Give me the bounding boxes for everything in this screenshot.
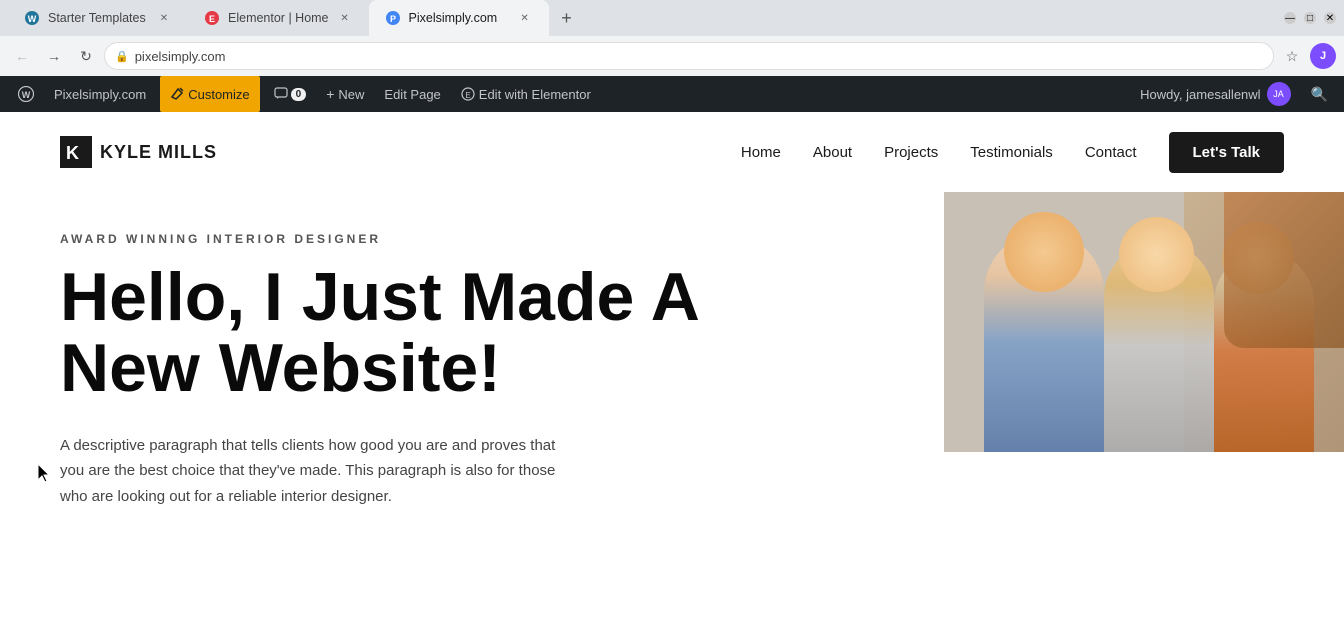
comments-icon [274, 87, 288, 101]
website-content: K KYLE MILLS Home About Projects Testimo… [0, 112, 1344, 542]
wp-logo-icon: W [18, 86, 34, 102]
hero-image [944, 192, 1344, 452]
tab3-close-button[interactable]: ✕ [517, 10, 533, 26]
cta-button[interactable]: Let's Talk [1169, 132, 1284, 173]
profile-button[interactable]: J [1310, 43, 1336, 69]
hero-text-content: AWARD WINNING INTERIOR DESIGNER Hello, I… [60, 232, 733, 509]
elementor-icon-tab2: E [204, 10, 220, 26]
site-name-item[interactable]: Pixelsimply.com [44, 76, 156, 112]
back-button[interactable]: ← [8, 42, 36, 70]
elementor-icon: E [461, 87, 475, 101]
comments-item[interactable]: 0 [264, 76, 317, 112]
profile-initial: J [1320, 50, 1326, 62]
address-text: pixelsimply.com [135, 49, 1263, 64]
tab1-title: Starter Templates [48, 11, 148, 25]
hero-title-line1: Hello, I Just Made A [60, 259, 700, 335]
hero-photo-bg [944, 192, 1344, 452]
hero-subtitle: AWARD WINNING INTERIOR DESIGNER [60, 232, 733, 246]
reload-button[interactable]: ↻ [72, 42, 100, 70]
svg-text:P: P [390, 14, 396, 24]
tab1-close-button[interactable]: ✕ [156, 10, 172, 26]
nav-link-about[interactable]: About [813, 144, 852, 161]
logo-text: KYLE MILLS [100, 142, 217, 163]
svg-text:W: W [28, 14, 37, 24]
window-maximize-button[interactable]: □ [1304, 12, 1316, 24]
nav-link-projects[interactable]: Projects [884, 144, 938, 161]
new-tab-button[interactable]: + [553, 4, 581, 32]
address-bar[interactable]: 🔒 pixelsimply.com [104, 42, 1274, 70]
hero-section: AWARD WINNING INTERIOR DESIGNER Hello, I… [0, 192, 1344, 542]
wood-panel [1224, 192, 1344, 348]
nav-links: Home About Projects Testimonials Contact… [741, 132, 1284, 173]
wordpress-icon-tab1: W [24, 10, 40, 26]
browser-tab-3[interactable]: P Pixelsimply.com ✕ [369, 0, 549, 36]
svg-text:E: E [209, 14, 215, 24]
hero-description: A descriptive paragraph that tells clien… [60, 433, 580, 510]
edit-elementor-label: Edit with Elementor [479, 87, 591, 102]
edit-page-label: Edit Page [384, 87, 440, 102]
site-name-label: Pixelsimply.com [54, 87, 146, 102]
user-avatar: JA [1267, 82, 1291, 106]
tab3-title: Pixelsimply.com [409, 11, 509, 25]
howdy-user[interactable]: Howdy, jamesallenwl JA [1132, 82, 1298, 106]
hero-title-line2: New Website! [60, 330, 501, 406]
new-content-item[interactable]: + New [316, 76, 374, 112]
nav-link-home[interactable]: Home [741, 144, 781, 161]
nav-link-testimonials[interactable]: Testimonials [970, 144, 1053, 161]
customize-label: Customize [188, 87, 249, 102]
edit-page-item[interactable]: Edit Page [374, 76, 450, 112]
new-label: New [338, 87, 364, 102]
window-close-button[interactable]: ✕ [1324, 12, 1336, 24]
wp-logo-item[interactable]: W [8, 76, 44, 112]
browser-tab-1[interactable]: W Starter Templates ✕ [8, 0, 188, 36]
admin-search-button[interactable]: 🔍 [1303, 86, 1336, 103]
tab2-title: Elementor | Home [228, 11, 329, 25]
svg-text:W: W [22, 90, 31, 100]
site-navigation: K KYLE MILLS Home About Projects Testimo… [0, 112, 1344, 192]
site-icon-tab3: P [385, 10, 401, 26]
tab2-close-button[interactable]: ✕ [337, 10, 353, 26]
window-minimize-button[interactable]: — [1284, 12, 1296, 24]
edit-elementor-item[interactable]: E Edit with Elementor [451, 76, 601, 112]
person2-head [1119, 217, 1194, 292]
new-icon: + [326, 86, 334, 102]
hero-title: Hello, I Just Made A New Website! [60, 262, 733, 405]
site-logo[interactable]: K KYLE MILLS [60, 136, 217, 168]
logo-k-icon: K [60, 136, 92, 168]
svg-text:E: E [465, 91, 470, 100]
svg-text:K: K [66, 143, 79, 163]
forward-button[interactable]: → [40, 42, 68, 70]
person1-head [1004, 212, 1084, 292]
lock-icon: 🔒 [115, 50, 129, 63]
customize-icon [170, 87, 184, 101]
nav-link-contact[interactable]: Contact [1085, 144, 1137, 161]
customize-item[interactable]: Customize [160, 76, 259, 112]
howdy-label: Howdy, jamesallenwl [1140, 87, 1260, 102]
comments-count: 0 [291, 88, 307, 101]
bookmark-button[interactable]: ☆ [1278, 42, 1306, 70]
browser-tab-2[interactable]: E Elementor | Home ✕ [188, 0, 369, 36]
wp-admin-bar: W Pixelsimply.com Customize 0 + New Edit… [0, 76, 1344, 112]
